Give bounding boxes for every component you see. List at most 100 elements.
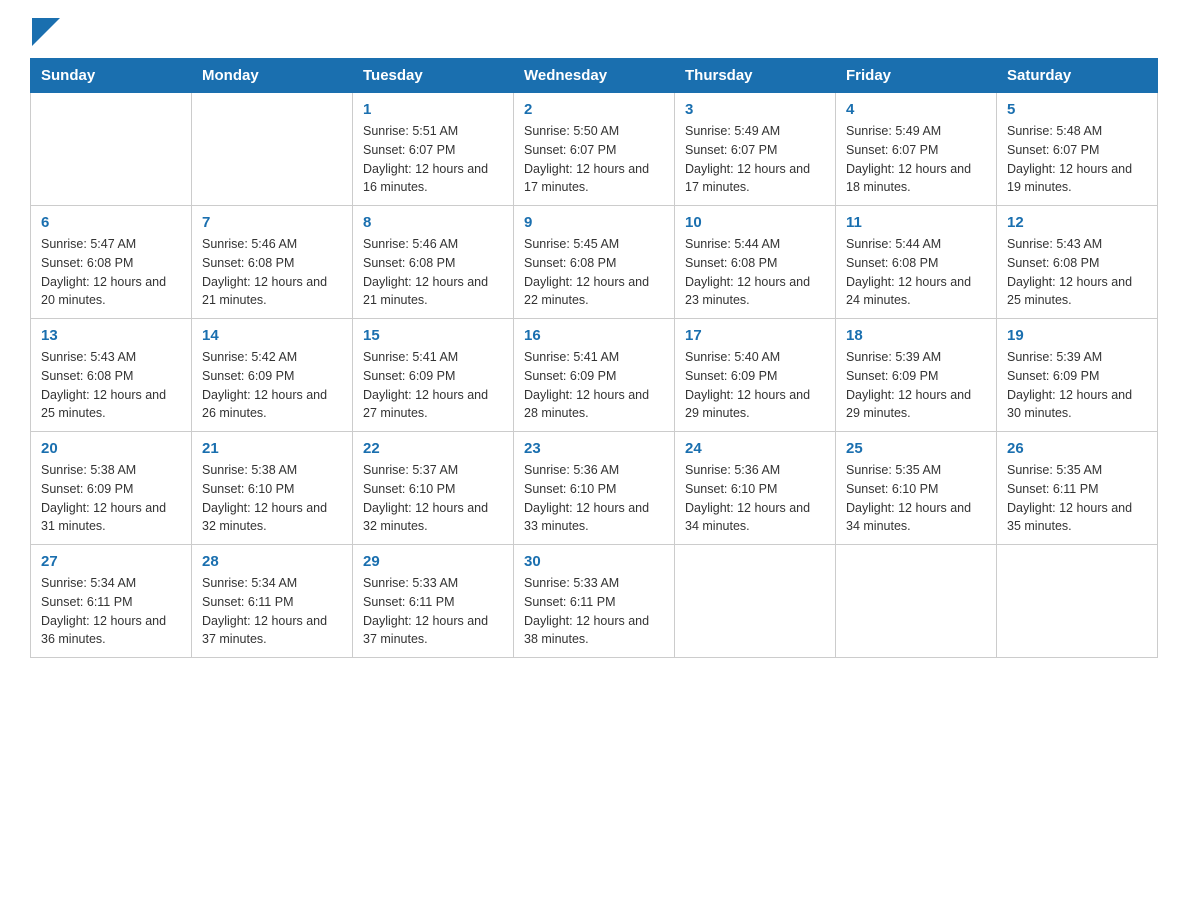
day-number: 22 <box>363 440 503 457</box>
calendar-cell: 17 Sunrise: 5:40 AMSunset: 6:09 PMDayligh… <box>675 319 836 432</box>
calendar-cell: 20 Sunrise: 5:38 AMSunset: 6:09 PMDayligh… <box>31 432 192 545</box>
day-number: 13 <box>41 327 181 344</box>
calendar-cell: 9 Sunrise: 5:45 AMSunset: 6:08 PMDaylight… <box>514 206 675 319</box>
calendar-cell: 4 Sunrise: 5:49 AMSunset: 6:07 PMDaylight… <box>836 93 997 206</box>
calendar-cell: 8 Sunrise: 5:46 AMSunset: 6:08 PMDaylight… <box>353 206 514 319</box>
calendar-cell: 14Sunrise: 5:42 AMSunset: 6:09 PMDayligh… <box>192 319 353 432</box>
day-header-friday: Friday <box>836 59 997 93</box>
calendar-cell <box>31 93 192 206</box>
day-number: 23 <box>524 440 664 457</box>
day-info: Sunrise: 5:51 AMSunset: 6:07 PMDaylight:… <box>363 122 503 197</box>
day-number: 6 <box>41 214 181 231</box>
calendar-cell: 1 Sunrise: 5:51 AMSunset: 6:07 PMDaylight… <box>353 93 514 206</box>
day-number: 18 <box>846 327 986 344</box>
day-info: Sunrise: 5:36 AMSunset: 6:10 PMDaylight:… <box>524 461 664 536</box>
day-info: Sunrise: 5:48 AMSunset: 6:07 PMDaylight:… <box>1007 122 1147 197</box>
calendar-cell: 25 Sunrise: 5:35 AMSunset: 6:10 PMDayligh… <box>836 432 997 545</box>
day-info: Sunrise: 5:35 AMSunset: 6:10 PMDaylight:… <box>846 461 986 536</box>
calendar-week-row: 6 Sunrise: 5:47 AMSunset: 6:08 PMDaylight… <box>31 206 1158 319</box>
calendar-cell: 24Sunrise: 5:36 AMSunset: 6:10 PMDayligh… <box>675 432 836 545</box>
calendar-cell: 3 Sunrise: 5:49 AMSunset: 6:07 PMDaylight… <box>675 93 836 206</box>
calendar-week-row: 20 Sunrise: 5:38 AMSunset: 6:09 PMDayligh… <box>31 432 1158 545</box>
day-number: 16 <box>524 327 664 344</box>
day-info: Sunrise: 5:45 AMSunset: 6:08 PMDaylight:… <box>524 235 664 310</box>
day-number: 20 <box>41 440 181 457</box>
day-number: 28 <box>202 553 342 570</box>
calendar-cell <box>836 545 997 658</box>
day-header-thursday: Thursday <box>675 59 836 93</box>
day-info: Sunrise: 5:35 AMSunset: 6:11 PMDaylight:… <box>1007 461 1147 536</box>
calendar-cell: 22 Sunrise: 5:37 AMSunset: 6:10 PMDayligh… <box>353 432 514 545</box>
calendar-week-row: 27 Sunrise: 5:34 AMSunset: 6:11 PMDayligh… <box>31 545 1158 658</box>
calendar-cell: 10Sunrise: 5:44 AMSunset: 6:08 PMDayligh… <box>675 206 836 319</box>
day-number: 4 <box>846 101 986 118</box>
calendar-week-row: 13 Sunrise: 5:43 AMSunset: 6:08 PMDayligh… <box>31 319 1158 432</box>
day-info: Sunrise: 5:49 AMSunset: 6:07 PMDaylight:… <box>685 122 825 197</box>
day-info: Sunrise: 5:47 AMSunset: 6:08 PMDaylight:… <box>41 235 181 310</box>
day-header-saturday: Saturday <box>997 59 1158 93</box>
day-number: 8 <box>363 214 503 231</box>
day-info: Sunrise: 5:34 AMSunset: 6:11 PMDaylight:… <box>41 574 181 649</box>
calendar-cell: 2 Sunrise: 5:50 AMSunset: 6:07 PMDaylight… <box>514 93 675 206</box>
day-number: 2 <box>524 101 664 118</box>
day-info: Sunrise: 5:33 AMSunset: 6:11 PMDaylight:… <box>363 574 503 649</box>
calendar-cell <box>997 545 1158 658</box>
day-number: 30 <box>524 553 664 570</box>
calendar-cell: 26Sunrise: 5:35 AMSunset: 6:11 PMDayligh… <box>997 432 1158 545</box>
calendar-cell: 30 Sunrise: 5:33 AMSunset: 6:11 PMDayligh… <box>514 545 675 658</box>
day-number: 15 <box>363 327 503 344</box>
day-info: Sunrise: 5:43 AMSunset: 6:08 PMDaylight:… <box>41 348 181 423</box>
calendar-cell: 13 Sunrise: 5:43 AMSunset: 6:08 PMDayligh… <box>31 319 192 432</box>
calendar-cell: 19 Sunrise: 5:39 AMSunset: 6:09 PMDayligh… <box>997 319 1158 432</box>
day-info: Sunrise: 5:43 AMSunset: 6:08 PMDaylight:… <box>1007 235 1147 310</box>
day-info: Sunrise: 5:34 AMSunset: 6:11 PMDaylight:… <box>202 574 342 649</box>
day-number: 5 <box>1007 101 1147 118</box>
calendar-cell: 5 Sunrise: 5:48 AMSunset: 6:07 PMDaylight… <box>997 93 1158 206</box>
day-info: Sunrise: 5:38 AMSunset: 6:09 PMDaylight:… <box>41 461 181 536</box>
day-info: Sunrise: 5:41 AMSunset: 6:09 PMDaylight:… <box>524 348 664 423</box>
day-info: Sunrise: 5:33 AMSunset: 6:11 PMDaylight:… <box>524 574 664 649</box>
day-number: 9 <box>524 214 664 231</box>
day-number: 12 <box>1007 214 1147 231</box>
calendar-cell: 11Sunrise: 5:44 AMSunset: 6:08 PMDayligh… <box>836 206 997 319</box>
day-info: Sunrise: 5:41 AMSunset: 6:09 PMDaylight:… <box>363 348 503 423</box>
day-number: 11 <box>846 214 986 231</box>
day-info: Sunrise: 5:37 AMSunset: 6:10 PMDaylight:… <box>363 461 503 536</box>
calendar-cell: 18 Sunrise: 5:39 AMSunset: 6:09 PMDayligh… <box>836 319 997 432</box>
calendar-cell: 12 Sunrise: 5:43 AMSunset: 6:08 PMDayligh… <box>997 206 1158 319</box>
day-info: Sunrise: 5:36 AMSunset: 6:10 PMDaylight:… <box>685 461 825 536</box>
day-number: 25 <box>846 440 986 457</box>
day-info: Sunrise: 5:42 AMSunset: 6:09 PMDaylight:… <box>202 348 342 423</box>
calendar-cell: 21 Sunrise: 5:38 AMSunset: 6:10 PMDayligh… <box>192 432 353 545</box>
day-header-wednesday: Wednesday <box>514 59 675 93</box>
calendar-table: SundayMondayTuesdayWednesdayThursdayFrid… <box>30 58 1158 658</box>
calendar-cell <box>192 93 353 206</box>
day-info: Sunrise: 5:50 AMSunset: 6:07 PMDaylight:… <box>524 122 664 197</box>
day-info: Sunrise: 5:39 AMSunset: 6:09 PMDaylight:… <box>846 348 986 423</box>
day-number: 10 <box>685 214 825 231</box>
day-number: 1 <box>363 101 503 118</box>
day-header-sunday: Sunday <box>31 59 192 93</box>
calendar-cell: 7Sunrise: 5:46 AMSunset: 6:08 PMDaylight… <box>192 206 353 319</box>
logo <box>30 20 60 48</box>
day-info: Sunrise: 5:38 AMSunset: 6:10 PMDaylight:… <box>202 461 342 536</box>
day-number: 19 <box>1007 327 1147 344</box>
page-header <box>30 20 1158 48</box>
calendar-week-row: 1 Sunrise: 5:51 AMSunset: 6:07 PMDaylight… <box>31 93 1158 206</box>
calendar-cell: 27 Sunrise: 5:34 AMSunset: 6:11 PMDayligh… <box>31 545 192 658</box>
day-header-monday: Monday <box>192 59 353 93</box>
calendar-cell: 28 Sunrise: 5:34 AMSunset: 6:11 PMDayligh… <box>192 545 353 658</box>
calendar-cell: 23 Sunrise: 5:36 AMSunset: 6:10 PMDayligh… <box>514 432 675 545</box>
day-number: 3 <box>685 101 825 118</box>
calendar-cell: 29Sunrise: 5:33 AMSunset: 6:11 PMDayligh… <box>353 545 514 658</box>
calendar-header-row: SundayMondayTuesdayWednesdayThursdayFrid… <box>31 59 1158 93</box>
day-number: 7 <box>202 214 342 231</box>
day-header-tuesday: Tuesday <box>353 59 514 93</box>
day-info: Sunrise: 5:46 AMSunset: 6:08 PMDaylight:… <box>363 235 503 310</box>
day-number: 21 <box>202 440 342 457</box>
day-info: Sunrise: 5:39 AMSunset: 6:09 PMDaylight:… <box>1007 348 1147 423</box>
day-info: Sunrise: 5:49 AMSunset: 6:07 PMDaylight:… <box>846 122 986 197</box>
day-number: 17 <box>685 327 825 344</box>
day-number: 27 <box>41 553 181 570</box>
day-info: Sunrise: 5:40 AMSunset: 6:09 PMDaylight:… <box>685 348 825 423</box>
